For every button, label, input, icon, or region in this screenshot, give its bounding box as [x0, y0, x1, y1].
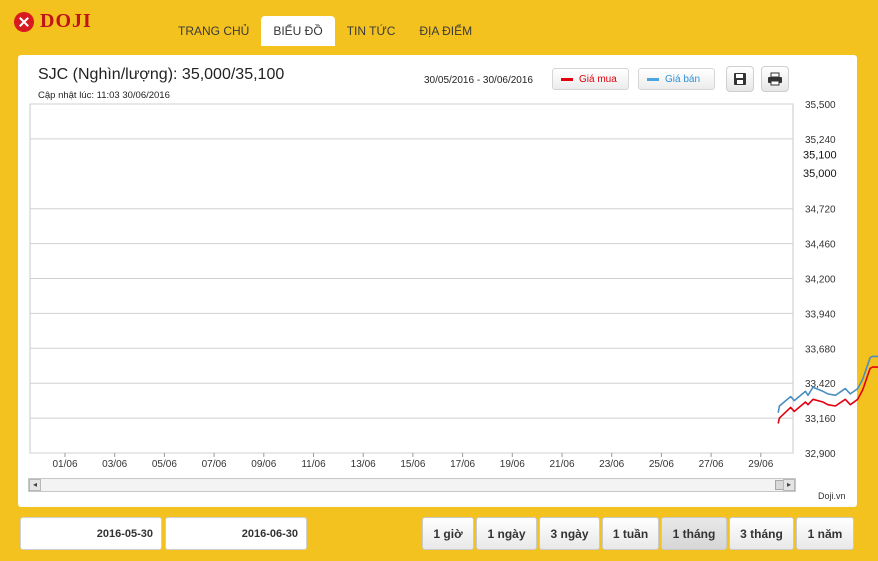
- current-value-label: 35,000: [803, 168, 837, 180]
- x-tick-label: 27/06: [699, 459, 724, 470]
- date-to-field[interactable]: 2016-06-30: [165, 517, 307, 550]
- y-tick-label: 34,720: [805, 205, 836, 216]
- scroll-left-icon[interactable]: ◂: [29, 479, 41, 491]
- period-1-month-button[interactable]: 1 tháng: [661, 517, 727, 550]
- x-tick-label: 07/06: [202, 459, 227, 470]
- y-tick-label: 34,200: [805, 275, 836, 286]
- x-tick-label: 13/06: [351, 459, 376, 470]
- y-tick-label: 33,940: [805, 309, 836, 320]
- x-tick-label: 17/06: [450, 459, 475, 470]
- x-tick-label: 23/06: [599, 459, 624, 470]
- x-tick-label: 09/06: [251, 459, 276, 470]
- period-selector: 1 giờ 1 ngày 3 ngày 1 tuần 1 tháng 3 thá…: [422, 517, 854, 550]
- period-1-week-button[interactable]: 1 tuần: [602, 517, 659, 550]
- x-tick-label: 03/06: [102, 459, 127, 470]
- y-tick-label: 32,900: [805, 449, 836, 460]
- price-chart: 32,900 33,160 33,420 33,680 33,940 34,200 34,4…: [29, 100, 878, 470]
- chart-scrollbar[interactable]: ◂ ▸: [28, 478, 796, 492]
- y-tick-label: 33,160: [805, 414, 836, 425]
- x-tick-label: 19/06: [500, 459, 525, 470]
- y-tick-label: 33,680: [805, 344, 836, 355]
- period-3-months-button[interactable]: 3 tháng: [729, 517, 794, 550]
- y-tick-label: 34,460: [805, 240, 836, 251]
- x-tick-label: 01/06: [52, 459, 77, 470]
- scroll-right-icon[interactable]: ▸: [783, 479, 795, 491]
- period-1-year-button[interactable]: 1 năm: [796, 517, 854, 550]
- x-tick-label: 21/06: [549, 459, 574, 470]
- source-credit: Doji.vn: [818, 491, 846, 501]
- date-from-field[interactable]: 2016-05-30: [20, 517, 162, 550]
- period-3-days-button[interactable]: 3 ngày: [539, 517, 600, 550]
- x-tick-label: 15/06: [400, 459, 425, 470]
- period-1-day-button[interactable]: 1 ngày: [476, 517, 537, 550]
- x-tick-label: 25/06: [649, 459, 674, 470]
- y-tick-label: 35,240: [805, 135, 836, 146]
- x-tick-label: 11/06: [301, 459, 326, 470]
- y-tick-label: 33,420: [805, 379, 836, 390]
- period-1-hour-button[interactable]: 1 giờ: [422, 517, 474, 550]
- y-tick-label: 35,500: [805, 100, 836, 111]
- x-tick-label: 29/06: [748, 459, 773, 470]
- x-tick-label: 05/06: [152, 459, 177, 470]
- current-value-label: 35,100: [803, 150, 837, 162]
